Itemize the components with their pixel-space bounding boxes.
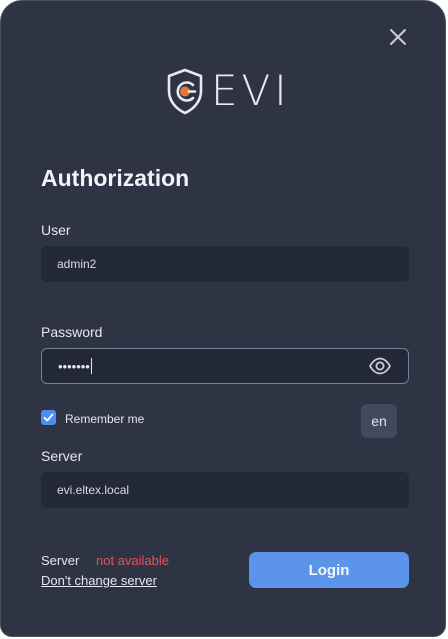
server-status-label: Server: [41, 553, 80, 568]
user-value: admin2: [57, 257, 97, 271]
remember-me-label[interactable]: Remember me: [65, 412, 144, 426]
evi-logo: EVI: [165, 67, 287, 117]
user-field[interactable]: admin2: [41, 246, 409, 282]
server-field[interactable]: evi.eltex.local: [41, 472, 409, 508]
text-caret: [90, 358, 92, 374]
login-button[interactable]: Login: [249, 552, 409, 588]
password-field[interactable]: •••••••: [41, 348, 409, 384]
login-window: EVI Authorization User admin2 Password •…: [0, 0, 446, 637]
server-status-value: not available: [96, 553, 169, 568]
login-button-label: Login: [308, 561, 350, 579]
dont-change-server-link[interactable]: Don't change server: [41, 573, 157, 588]
shield-logo-icon: [167, 68, 203, 115]
language-button[interactable]: en: [361, 404, 397, 438]
page-title: Authorization: [41, 165, 190, 191]
close-icon: [390, 29, 406, 45]
close-button[interactable]: [387, 26, 409, 48]
server-value: evi.eltex.local: [57, 483, 130, 497]
language-value: en: [371, 413, 387, 429]
logo-text: EVI: [211, 66, 291, 115]
password-value: •••••••: [58, 358, 90, 374]
eye-icon: [369, 357, 391, 375]
checkmark-icon: [43, 413, 54, 422]
password-label: Password: [41, 324, 103, 340]
user-label: User: [41, 222, 71, 238]
server-label: Server: [41, 448, 83, 464]
show-password-button[interactable]: [368, 357, 392, 375]
remember-me-checkbox[interactable]: [41, 410, 56, 425]
